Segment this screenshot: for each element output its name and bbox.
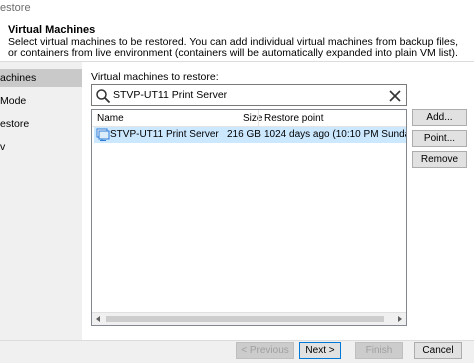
- column-divider: [258, 110, 259, 127]
- scrollbar-thumb[interactable]: [106, 316, 384, 322]
- add-button[interactable]: Add...: [412, 109, 467, 126]
- step-label: Mode: [0, 95, 27, 107]
- step-restore-mode[interactable]: Mode: [0, 92, 82, 110]
- cancel-button[interactable]: Cancel: [414, 342, 462, 359]
- column-header-name[interactable]: Name: [97, 113, 124, 124]
- column-header-restore-point[interactable]: Restore point: [264, 113, 323, 124]
- step-virtual-machines[interactable]: achines: [0, 69, 82, 87]
- step-label: estore: [0, 118, 30, 130]
- step-restore-reason[interactable]: estore: [0, 115, 82, 133]
- search-icon[interactable]: [95, 88, 111, 104]
- page-header: Virtual Machines Select virtual machines…: [0, 18, 474, 62]
- table-header: Name Size Restore point: [92, 110, 406, 127]
- point-button[interactable]: Point...: [412, 130, 467, 147]
- main-panel: Virtual machines to restore: STVP-UT11 P…: [82, 62, 474, 340]
- table-row[interactable]: STVP-UT11 Print Server 216 GB 1024 days …: [94, 127, 406, 143]
- search-input[interactable]: STVP-UT11 Print Server: [91, 84, 407, 106]
- wizard-steps: achines Mode estore v: [0, 62, 82, 340]
- search-value[interactable]: STVP-UT11 Print Server: [113, 89, 227, 101]
- vm-table[interactable]: Name Size Restore point STVP-UT11 Print …: [91, 109, 407, 326]
- page-title: Virtual Machines: [8, 24, 96, 36]
- remove-button[interactable]: Remove: [412, 151, 467, 168]
- row-vm-name: STVP-UT11 Print Server: [110, 129, 219, 140]
- row-restore-point: 1024 days ago (10:10 PM Sunday 1/13/201: [264, 129, 406, 140]
- clear-icon[interactable]: [387, 88, 403, 104]
- column-header-size[interactable]: Size: [243, 113, 262, 124]
- scroll-right-icon[interactable]: [398, 316, 402, 322]
- step-label: achines: [0, 72, 37, 84]
- horizontal-scrollbar[interactable]: [92, 312, 406, 325]
- scroll-left-icon[interactable]: [96, 316, 100, 322]
- title-bar: estore: [0, 0, 474, 18]
- vm-list-label: Virtual machines to restore:: [91, 71, 219, 83]
- row-vm-size: 216 GB: [227, 129, 261, 140]
- wizard-footer: < Previous Next > Finish Cancel: [0, 340, 474, 363]
- next-button[interactable]: Next >: [299, 342, 341, 359]
- step-label: v: [0, 141, 6, 153]
- window-title: estore: [0, 2, 31, 14]
- page-description: Select virtual machines to be restored. …: [8, 36, 458, 59]
- vm-icon: [96, 128, 110, 141]
- finish-button[interactable]: Finish: [355, 342, 403, 359]
- previous-button[interactable]: < Previous: [236, 342, 294, 359]
- step-review[interactable]: v: [0, 138, 82, 156]
